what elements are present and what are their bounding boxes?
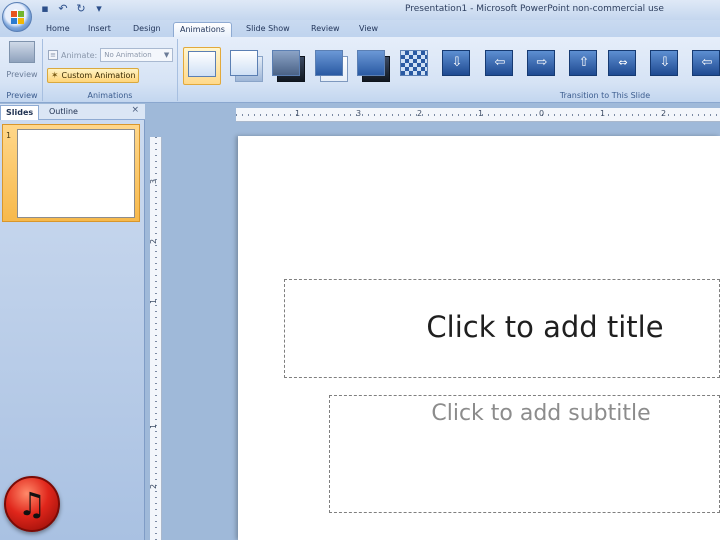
vertical-ruler: 3 2 1 1 2 <box>149 137 162 540</box>
tab-review[interactable]: Review <box>305 22 346 37</box>
horizontal-ruler: 1 3 2 1 0 1 2 <box>236 108 720 122</box>
tab-outline[interactable]: Outline <box>44 105 83 120</box>
preview-icon <box>9 41 35 63</box>
group-divider <box>42 39 43 101</box>
ruler-number: 1 <box>600 109 606 118</box>
subtitle-placeholder[interactable]: Click to add subtitle <box>329 395 720 513</box>
custom-animation-label: Custom Animation <box>61 71 136 80</box>
tab-insert[interactable]: Insert <box>82 22 117 37</box>
transitions-group-label: Transition to This Slide <box>559 91 651 100</box>
transition-thumb-icon <box>357 50 385 76</box>
checkerboard-icon <box>400 50 428 76</box>
office-button[interactable] <box>2 2 32 32</box>
ruler-number: 1 <box>149 423 159 430</box>
group-divider <box>177 39 178 101</box>
transition-cut-through-black[interactable] <box>353 47 391 85</box>
slide-thumbnail[interactable] <box>17 129 135 218</box>
ruler-number: 0 <box>539 109 545 118</box>
arrow-left-icon: ⇦ <box>494 55 506 70</box>
transition-thumb-icon <box>188 51 216 77</box>
title-placeholder-text: Click to add title <box>426 310 664 344</box>
ruler-number: 2 <box>149 238 159 245</box>
office-logo-icon <box>11 11 25 25</box>
ribbon-tabs: Home Insert Design Animations Slide Show… <box>0 20 720 37</box>
tab-slide-show[interactable]: Slide Show <box>240 22 296 37</box>
animate-icon: ≡ <box>48 50 58 60</box>
undo-icon[interactable]: ↶ <box>56 2 70 16</box>
subtitle-placeholder-text: Click to add subtitle <box>431 401 651 426</box>
slide-thumbnail-item[interactable]: 1 <box>2 124 140 222</box>
tab-animations[interactable]: Animations <box>173 22 232 37</box>
arrow-right-icon: ⇨ <box>536 55 548 70</box>
ruler-number: 2 <box>417 109 423 118</box>
ruler-number: 1 <box>149 298 159 305</box>
transition-thumb-icon <box>230 50 258 76</box>
ruler-number: 1 <box>295 109 301 118</box>
custom-animation-icon: ✶ <box>51 70 59 81</box>
transition-split[interactable]: ⇔ <box>604 47 642 85</box>
preview-group-label: Preview <box>6 91 38 100</box>
animate-label: Animate: <box>61 50 98 60</box>
ruler-number: 3 <box>149 178 159 185</box>
ruler-number: 3 <box>356 109 362 118</box>
transition-fade-smoothly[interactable] <box>226 47 264 85</box>
quick-access-toolbar: ▪ ↶ ↻ ▾ <box>38 2 106 16</box>
transition-dissolve[interactable] <box>396 47 434 85</box>
transition-wipe-right[interactable]: ⇨ <box>523 47 561 85</box>
animate-dropdown-value: No Animation <box>104 51 152 59</box>
transition-fade-through-black[interactable] <box>268 47 306 85</box>
animate-dropdown[interactable]: No Animation ▼ <box>100 48 174 62</box>
transition-cut[interactable] <box>311 47 349 85</box>
arrow-left-icon: ⇦ <box>701 55 713 70</box>
title-bar: ▪ ↶ ↻ ▾ Presentation1 - Microsoft PowerP… <box>0 0 720 20</box>
slide-number: 1 <box>6 131 12 140</box>
transition-thumb-icon <box>315 50 343 76</box>
tab-slides[interactable]: Slides <box>0 105 40 120</box>
slides-pane: Slides Outline × 1 <box>0 104 145 540</box>
split-arrows-icon: ⇔ <box>618 56 628 69</box>
close-icon[interactable]: × <box>131 105 139 115</box>
arrow-down-icon: ⇩ <box>659 55 671 70</box>
tab-view[interactable]: View <box>353 22 384 37</box>
ruler-number: 2 <box>661 109 667 118</box>
arrow-up-icon: ⇧ <box>578 55 590 70</box>
ruler-number: 1 <box>478 109 484 118</box>
transition-push-down[interactable]: ⇩ <box>646 47 684 85</box>
customize-toolbar-icon[interactable]: ▾ <box>92 2 106 16</box>
ribbon: Preview Preview ≡ Animate: No Animation … <box>0 37 720 103</box>
preview-button-label: Preview <box>6 70 38 79</box>
transition-thumb-icon <box>272 50 300 76</box>
animate-row: ≡ Animate: No Animation ▼ <box>48 48 174 62</box>
save-icon[interactable]: ▪ <box>38 2 52 16</box>
arrow-down-icon: ⇩ <box>451 55 463 70</box>
preview-button[interactable]: Preview <box>5 39 39 87</box>
redo-icon[interactable]: ↻ <box>74 2 88 16</box>
tab-design[interactable]: Design <box>127 22 167 37</box>
transition-no-transition[interactable] <box>183 47 221 85</box>
music-note-glyph: ♫ <box>17 485 47 523</box>
transition-wipe-up[interactable]: ⇧ <box>565 47 603 85</box>
tab-home[interactable]: Home <box>40 22 76 37</box>
transition-wipe-down[interactable]: ⇩ <box>438 47 476 85</box>
custom-animation-button[interactable]: ✶ Custom Animation <box>47 68 139 83</box>
title-placeholder[interactable]: Click to add title <box>284 279 720 378</box>
music-note-icon[interactable]: ♫ <box>4 476 60 532</box>
ruler-ticks <box>155 137 157 540</box>
animations-group-label: Animations <box>87 91 133 100</box>
transition-push-left[interactable]: ⇦ <box>688 47 720 85</box>
chevron-down-icon: ▼ <box>163 51 170 59</box>
transition-wipe-left[interactable]: ⇦ <box>481 47 519 85</box>
pane-tabs: Slides Outline × <box>0 104 145 120</box>
window-title: Presentation1 - Microsoft PowerPoint non… <box>405 4 664 14</box>
ruler-number: 2 <box>149 483 159 490</box>
